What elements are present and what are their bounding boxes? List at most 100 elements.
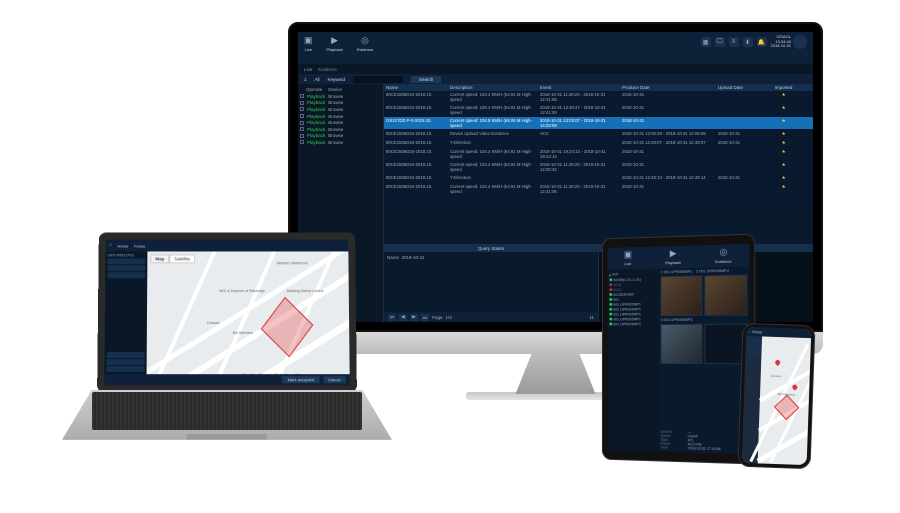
video-tile-3[interactable] [661,324,703,364]
device-row[interactable]: PlaybackBrowse [300,126,381,133]
back-icon[interactable]: ‹ [749,330,750,334]
video-tile-1[interactable] [661,275,703,316]
page-next-icon[interactable]: ▶ [410,314,418,321]
video-tile-2[interactable] [704,275,747,316]
tree-node[interactable]: 001 UPR005MP1 [609,321,656,326]
star-icon[interactable]: ★ [782,105,786,110]
toolbar: 1 All Keyword Search [298,74,813,84]
phone-poi: Consort [771,374,782,378]
table-row[interactable]: 80CE1506D34-2018.10.Current speed: 104.4… [384,161,813,174]
toolbar-keyword-label: Keyword [328,77,346,82]
download-icon[interactable]: ⬇ [743,37,753,47]
toolbar-all[interactable]: All [315,77,320,82]
keyword-input[interactable] [353,76,403,83]
laptop-sidebar: OPS-999117D1 [104,251,147,374]
table-row[interactable]: 80CE1506D34-2018.10.Current speed: 104.4… [384,183,813,196]
laptop-tab-fence[interactable]: Fence [134,243,145,248]
status-dot-icon [609,318,612,321]
side-field[interactable] [106,366,144,372]
nav-live[interactable]: ▣Live [304,35,313,52]
laptop-tab-home[interactable]: Home [118,243,129,248]
query-states: Query States Name 2018-10-31 ⏮ ◀ ▶ ⏭ Pag… [384,245,599,322]
back-icon[interactable]: ‹ [110,243,112,249]
star-icon[interactable]: ★ [782,175,786,180]
device-row[interactable]: PlaybackBrowse [300,93,381,100]
side-col-operate: Operate [306,87,322,92]
table-row[interactable]: 80CE1506D34-2018.10.Y-Direction 2018-10-… [384,139,813,148]
pager-current: 1/4 [446,315,452,320]
side-field[interactable] [107,265,145,271]
side-col-device: Device [328,87,342,92]
map-tab-map[interactable]: Map [150,254,169,263]
device-row[interactable]: PlaybackBrowse [300,119,381,126]
status-dot-icon [609,313,612,316]
device-row[interactable]: PlaybackBrowse [300,100,381,107]
star-icon[interactable]: ★ [782,162,786,167]
table-row[interactable]: 80CE1506D34-2018.10.Current speed: 104.4… [384,148,813,161]
table-row[interactable]: 80CE1506D34-2018.10.Current speed: 104.4… [384,91,813,104]
col-name: Name [384,84,448,91]
side-item[interactable] [747,338,761,343]
page-prev-icon[interactable]: ◀ [399,314,407,321]
star-icon[interactable]: ★ [782,131,786,136]
side-field[interactable] [106,359,144,365]
star-icon[interactable]: ★ [782,140,786,145]
tablet-app: ▣Live ▶Playback ◎Evidence ▸ root 00089(1… [608,244,750,454]
nav-playback[interactable]: ▶Playback [327,35,343,52]
star-icon[interactable]: ★ [782,184,786,189]
table-row[interactable]: 80CE1506D34-2018.10.Device Upload Video … [384,130,813,139]
video-grid [661,275,748,317]
star-icon[interactable]: ★ [782,92,786,97]
tnav-evidence[interactable]: ◎Evidence [715,246,731,264]
phone-poi: BA Glenview [778,392,795,397]
accept-button[interactable]: Mark accepted [283,376,319,383]
search-button[interactable]: Search [411,76,441,83]
page-last-icon[interactable]: ⏭ [421,314,429,321]
monitor-icon[interactable]: 🖵 [715,37,725,47]
tnav-evidence-label: Evidence [715,259,731,264]
laptop-app: ‹ Home Fence OPS-999117D1 Map [104,240,350,386]
phone-title: Fence [752,330,762,334]
map-canvas[interactable]: Map Satellite Minetta's Waterfront NEC &… [147,251,350,374]
device-row[interactable]: PlaybackBrowse [300,133,381,140]
nav-playback-label: Playback [327,47,343,52]
table-row[interactable]: 80CE1506D34-2018.10.Current speed: 108.4… [384,104,813,117]
side-field[interactable] [107,272,145,278]
status-dot-icon [609,298,612,301]
playback-icon: ▶ [670,248,677,259]
tab-evidence[interactable]: Evidence [318,67,337,72]
status-dot-icon [609,293,612,296]
star-icon[interactable]: ★ [782,118,786,123]
feed-label-1: 1 001 UPR005MP1 [661,270,693,275]
live-icon: ▣ [624,249,632,260]
phone-app: ‹ Fence Consort BA Glenview [742,327,812,465]
bell-icon[interactable]: 🔔 [757,37,767,47]
side-field[interactable] [108,258,146,264]
tnav-live[interactable]: ▣Live [624,249,632,266]
device-row[interactable]: PlaybackBrowse [300,106,381,113]
nav-evidence[interactable]: ◎Evidence [357,35,373,52]
map-marker-icon[interactable] [774,359,781,366]
layers-icon[interactable]: ≡ [729,37,739,47]
table-row[interactable]: 80CE1506D34-2018.10.Y-Direction 2018-10-… [384,174,813,183]
table-row[interactable]: OS217DD P-0-2018.10.Current speed: 104.8… [384,117,813,130]
star-icon[interactable]: ★ [782,149,786,154]
side-item[interactable] [746,350,760,355]
nav-evidence-label: Evidence [357,47,373,52]
cancel-button[interactable]: Cancel [323,376,346,383]
laptop-device[interactable]: OPS-999117D1 [108,253,146,257]
map-poi: Consort [207,321,219,325]
grid-icon[interactable]: ▦ [701,37,711,47]
tnav-playback[interactable]: ▶Playback [665,248,681,265]
side-item[interactable] [747,344,761,349]
side-field[interactable] [107,352,145,358]
tab-live[interactable]: Live [304,67,312,72]
user-box[interactable]: CEIAOL13:34:462018-10-31 [771,35,807,49]
tnav-live-label: Live [624,261,631,266]
device-meta: session—Speed0 km/hTypeATLPowerACC/ONTim… [661,430,748,452]
device-row[interactable]: PlaybackBrowse [300,139,381,146]
map-tab-satellite[interactable]: Satellite [169,254,195,263]
device-row[interactable]: PlaybackBrowse [300,113,381,120]
feed-label-3: 3 001 UPR005MP3 [661,318,693,322]
map-marker-icon[interactable] [791,384,798,391]
